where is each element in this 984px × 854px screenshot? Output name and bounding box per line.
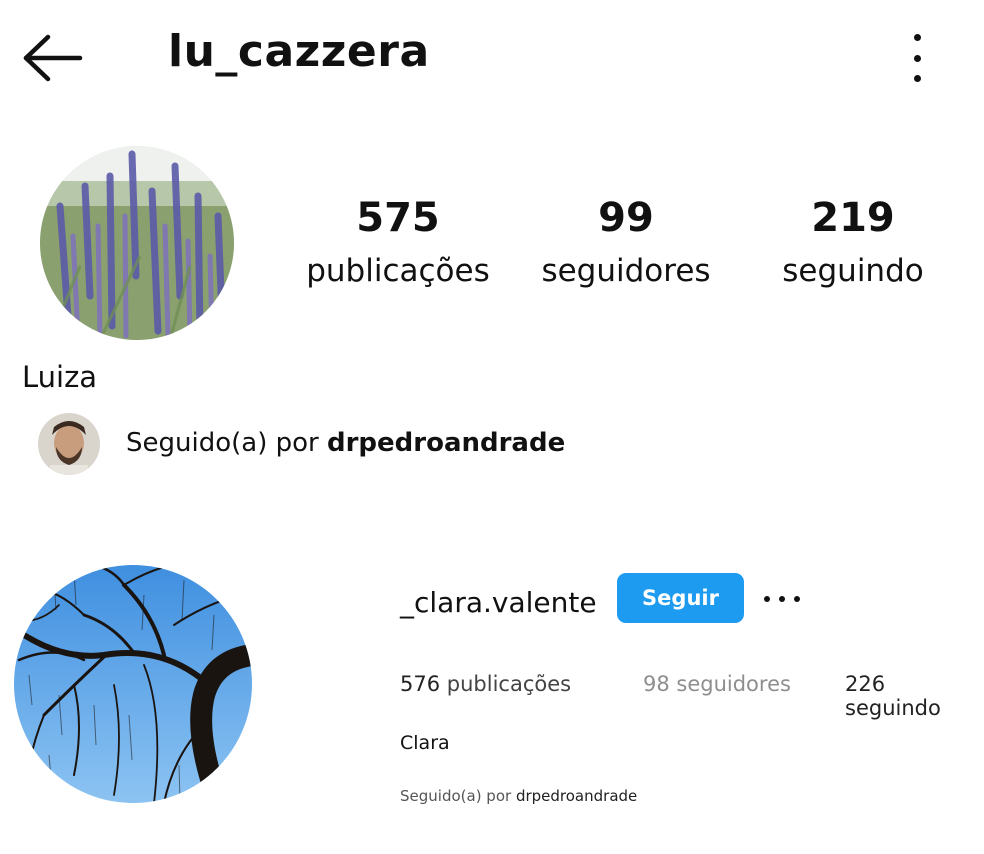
horizontal-dots-icon[interactable] (764, 594, 800, 604)
profile-username: lu_cazzera (168, 26, 430, 77)
stat-posts-count: 576 (400, 672, 441, 696)
follow-button[interactable]: Seguir (617, 573, 744, 623)
avatar[interactable] (14, 565, 252, 803)
followed-by-text: Seguido(a) por drpedroandrade (126, 428, 566, 458)
stat-following-label: seguindo (782, 253, 924, 289)
mutual-follower-link[interactable]: drpedroandrade (327, 428, 565, 458)
avatar[interactable] (40, 146, 234, 340)
followed-by-text: Seguido(a) por drpedroandrade (400, 787, 638, 805)
profile-username: _clara.valente (400, 586, 597, 619)
stat-posts-label: publicações (446, 672, 572, 696)
stat-following-count: 219 (811, 195, 895, 241)
stat-followers[interactable]: 98 seguidores (643, 672, 791, 696)
stat-posts-count: 575 (356, 195, 440, 241)
display-name: Clara (400, 732, 450, 754)
vertical-dots-icon[interactable] (905, 34, 929, 82)
stat-posts-label: publicações (306, 253, 490, 289)
mutual-follower-avatar[interactable] (38, 413, 100, 475)
mutual-follower-link[interactable]: drpedroandrade (516, 787, 637, 805)
stat-following[interactable]: 219 seguindo (770, 194, 936, 292)
arrow-left-icon[interactable] (20, 32, 84, 84)
display-name: Luiza (22, 360, 98, 394)
stat-following[interactable]: 226 seguindo (845, 672, 984, 720)
stat-posts[interactable]: 576 publicações (400, 672, 571, 696)
stat-followers-count: 99 (598, 195, 654, 241)
stat-posts[interactable]: 575 publicações (296, 194, 500, 292)
stat-followers-label: seguidores (541, 253, 711, 289)
stat-followers[interactable]: 99 seguidores (530, 194, 722, 292)
